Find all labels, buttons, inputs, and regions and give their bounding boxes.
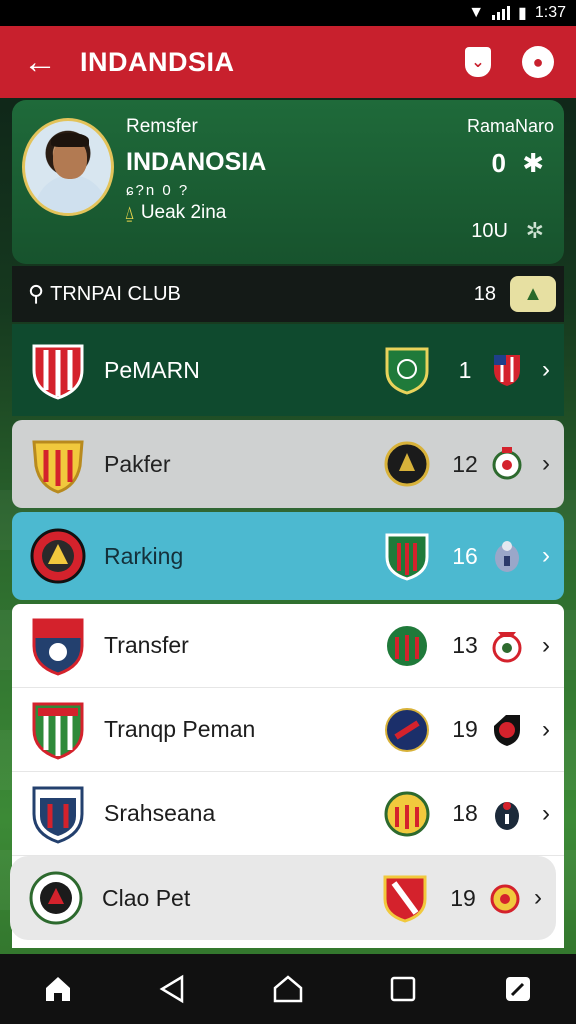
search-icon: ⚲ [28, 281, 45, 306]
club-crest-icon [29, 871, 83, 925]
list-item[interactable]: Tranqp Peman 19 › [12, 688, 564, 772]
club-crest-icon [32, 702, 84, 760]
club-list: PeMARN 1 › Pakfer 12 › Rarking 16 › Tran… [10, 324, 564, 948]
profile-icon: ● [522, 46, 554, 78]
club-crest-icon [32, 786, 84, 844]
app-bar: ← INDANDSIA ⌄ ● [0, 26, 576, 98]
list-item-number: 16 [452, 542, 478, 569]
filter-button[interactable]: ▲ [510, 276, 556, 312]
chevron-right-icon: › [542, 799, 550, 827]
search-label: TRNPAI CLUB [50, 282, 181, 305]
back-icon[interactable] [143, 959, 203, 1019]
list-item-label: Pakfer [104, 450, 171, 477]
profile-name: INDANOSIA [126, 148, 267, 176]
shield-icon: ⌄ [465, 47, 491, 77]
club-list-white-section: Transfer 13 › Tranqp Peman 19 › Srahsean… [10, 604, 564, 948]
system-nav-bar [0, 954, 576, 1024]
list-item[interactable]: Srahseana 18 › [12, 772, 564, 856]
list-item-number: 19 [450, 884, 476, 911]
list-item-label: PeMARN [104, 356, 200, 383]
chevron-right-icon: › [542, 450, 550, 477]
gear-icon[interactable]: ✱ [522, 148, 544, 179]
list-item-label: Srahseana [104, 800, 216, 826]
club-crest-icon [32, 344, 84, 400]
club-crest-icon [32, 618, 84, 676]
profile-note: ⍙ Ueak 2ina [124, 202, 226, 224]
mini-crest-icon [494, 355, 520, 386]
home-circle-icon[interactable] [258, 959, 318, 1019]
signal-icon [492, 6, 511, 20]
mini-crest-icon [495, 801, 519, 830]
chevron-right-icon: › [542, 715, 550, 743]
list-item-label: Clao Pet [102, 884, 191, 911]
list-item-label: Transfer [104, 632, 189, 658]
mini-crest-icon [492, 631, 522, 662]
list-item-number: 19 [452, 716, 478, 742]
list-item-number: 18 [452, 800, 478, 826]
list-item[interactable]: Pakfer 12 › [12, 420, 564, 508]
search-count: 18 [473, 282, 496, 305]
club-search-bar[interactable]: ⚲ TRNPAI CLUB 18 ▲ [12, 266, 564, 322]
club-badge-icon [385, 533, 429, 581]
profile-right-label: RamaNaro [466, 116, 554, 136]
club-badge-icon [383, 875, 427, 923]
chevron-right-icon: › [542, 631, 550, 659]
wifi-icon: ▼ [468, 4, 485, 21]
mini-crest-icon [494, 714, 520, 746]
mini-crest-icon [492, 447, 522, 480]
avatar[interactable] [22, 118, 114, 216]
profile-subtitle: Remsfer [126, 116, 198, 137]
list-item-selected[interactable]: Clao Pet 19 › [10, 856, 556, 940]
club-badge-icon [385, 707, 429, 752]
battery-icon: ▮ [518, 5, 527, 22]
chevron-right-icon: › [542, 542, 550, 569]
list-item[interactable]: PeMARN 1 › [12, 324, 564, 416]
back-arrow-icon[interactable]: ← [0, 26, 80, 98]
bell-icon: ⍙ [124, 202, 135, 223]
list-item[interactable]: Rarking 16 › [12, 512, 564, 600]
mini-crest-icon [490, 884, 520, 914]
club-badge-icon [384, 441, 430, 487]
chevron-right-icon: › [542, 356, 550, 383]
mini-crest-icon [495, 541, 519, 572]
settings-icon[interactable]: ✲ [526, 218, 544, 244]
profile-card: Remsfer INDANOSIA ɕ?n 0 ? ⍙ Ueak 2ina Ra… [12, 100, 564, 264]
profile-meta: ɕ?n 0 ? [126, 182, 190, 199]
profile-button[interactable]: ● [508, 26, 568, 98]
list-item-label: Rarking [104, 542, 184, 569]
list-item-number: 13 [452, 632, 478, 658]
club-crest-icon [32, 440, 84, 494]
triangle-icon: ▲ [523, 282, 543, 305]
list-item-number: 1 [458, 356, 472, 383]
profile-note-text: Ueak 2ina [140, 202, 227, 223]
shield-button[interactable]: ⌄ [448, 26, 508, 98]
status-time: 1:37 [534, 4, 566, 21]
club-badge-icon [384, 791, 430, 836]
chevron-right-icon: › [534, 884, 542, 911]
list-item[interactable]: Transfer 13 › [12, 604, 564, 688]
edit-icon[interactable] [488, 959, 548, 1019]
club-crest-icon [30, 528, 86, 584]
status-bar: ▼ ▮ 1:37 [0, 0, 576, 26]
list-item-number: 12 [452, 450, 478, 477]
club-badge-icon [385, 347, 429, 395]
club-badge-icon [385, 623, 429, 668]
profile-right-value: 0 [491, 148, 506, 178]
profile-right-value-2: 10U [471, 220, 508, 242]
home-icon[interactable] [28, 959, 88, 1019]
list-item-label: Tranqp Peman [104, 716, 256, 742]
recents-icon[interactable] [373, 959, 433, 1019]
app-title: INDANDSIA [80, 46, 235, 77]
